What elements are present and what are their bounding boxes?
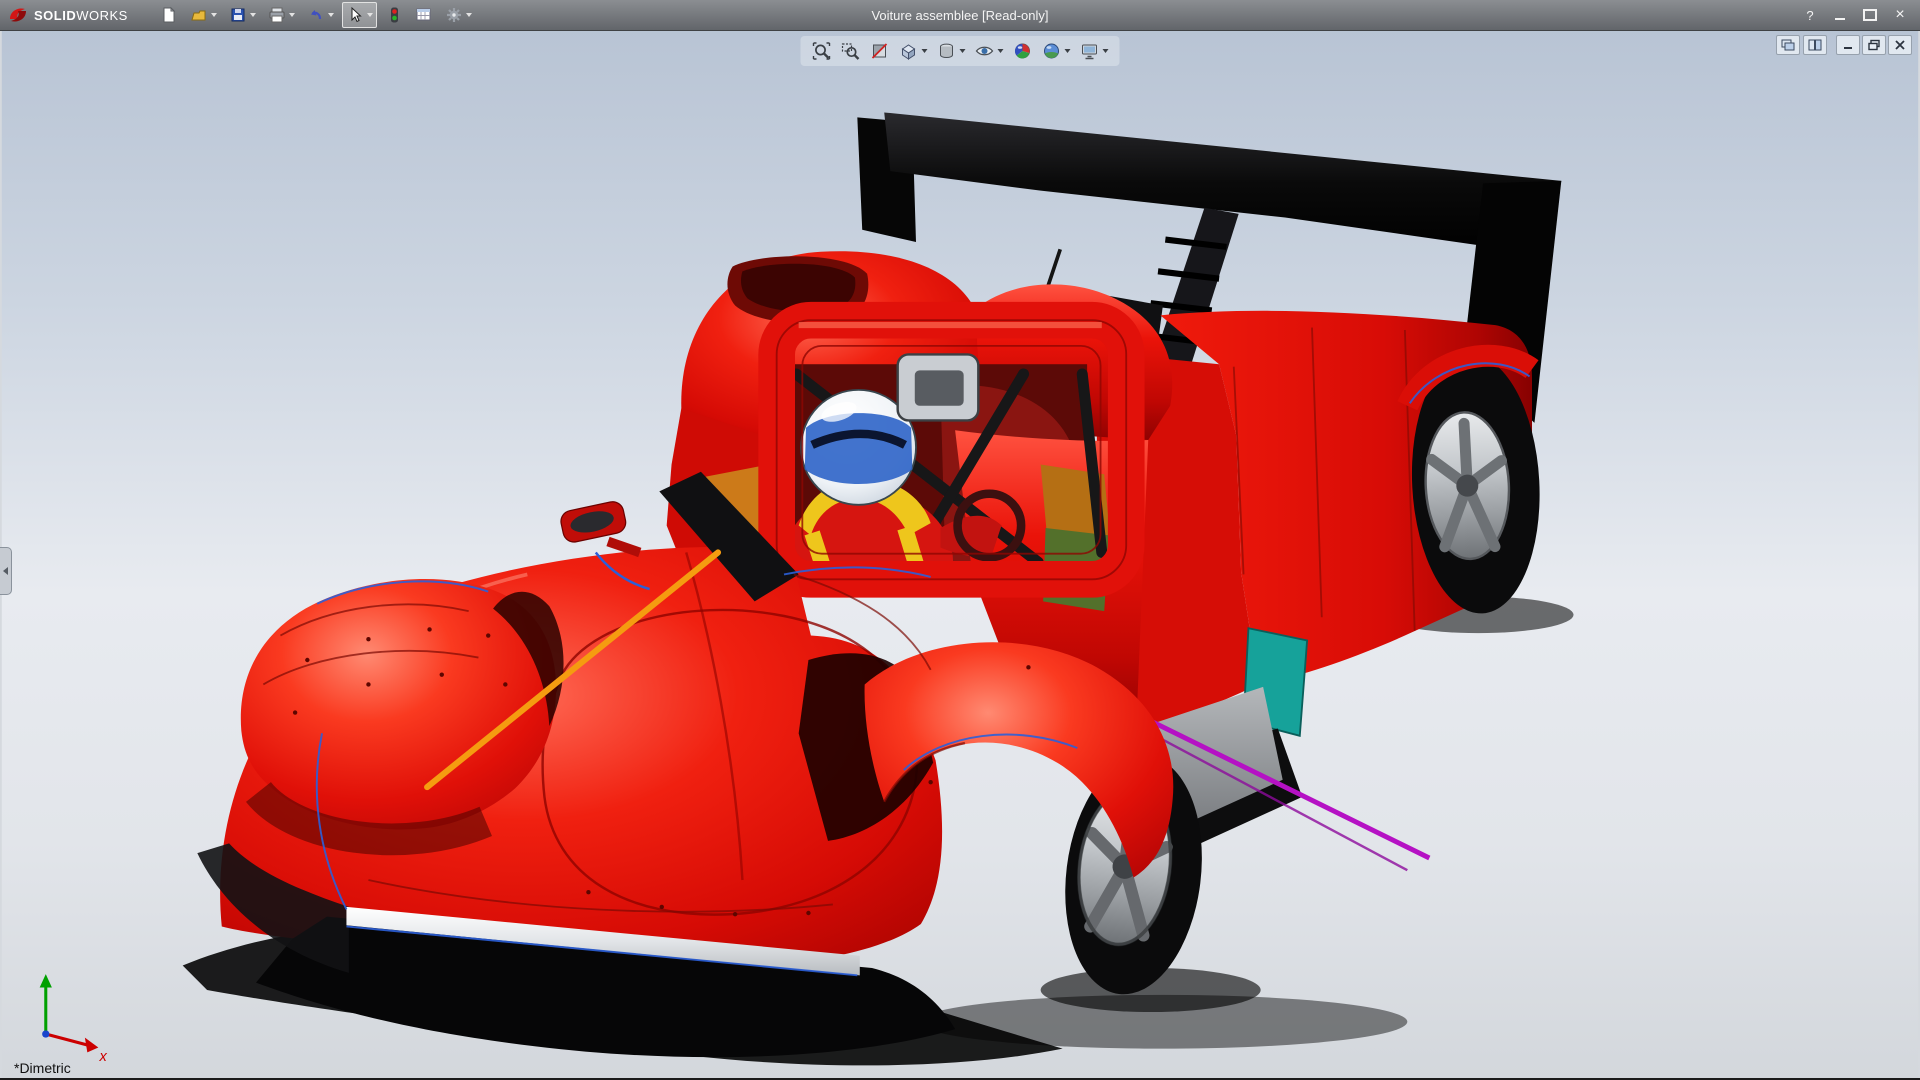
doc-minmax-group [1836, 35, 1912, 55]
doc-minimize-button[interactable] [1836, 35, 1860, 55]
zoom-to-area-button[interactable] [840, 39, 862, 63]
save-button[interactable] [225, 2, 260, 28]
hide-show-items-button[interactable] [974, 39, 1005, 63]
open-dropdown-arrow[interactable] [211, 13, 217, 17]
minimize-icon [1835, 18, 1845, 20]
apply-scene-icon [1042, 41, 1062, 61]
new-document-button[interactable] [156, 2, 182, 28]
logo-area: SOLIDWORKS [0, 5, 128, 25]
close-icon: × [1895, 7, 1904, 23]
tile-windows-button[interactable] [1803, 35, 1827, 55]
display-style-icon [937, 41, 957, 61]
new-window-icon [1781, 39, 1795, 51]
section-view-button[interactable] [869, 39, 891, 63]
brand-text: SOLIDWORKS [34, 8, 128, 23]
edit-appearance-button[interactable] [1012, 39, 1034, 63]
window-controls: ? × [1796, 4, 1920, 26]
apply-scene-dropdown-arrow[interactable] [1065, 49, 1071, 53]
main-toolbar [156, 2, 476, 28]
doc-close-button[interactable] [1888, 35, 1912, 55]
view-settings-button[interactable] [1079, 39, 1110, 63]
select-button[interactable] [342, 2, 377, 28]
help-button[interactable]: ? [1796, 4, 1824, 26]
heads-up-view-toolbar [801, 36, 1120, 66]
view-orientation-dropdown-arrow[interactable] [922, 49, 928, 53]
rebuild-button[interactable] [381, 2, 407, 28]
viewport[interactable]: x [0, 0, 1920, 1078]
display-style-dropdown-arrow[interactable] [960, 49, 966, 53]
print-button[interactable] [264, 2, 299, 28]
select-dropdown-arrow[interactable] [367, 13, 373, 17]
solidworks-window: x SOLIDWORKS [0, 0, 1920, 1080]
view-orientation-icon [899, 41, 919, 61]
document-window-controls [1776, 35, 1912, 55]
doc-restore-icon [1867, 39, 1881, 51]
intake-snorkel[interactable] [898, 354, 979, 420]
minimize-button[interactable] [1826, 4, 1854, 26]
open-folder-icon [190, 6, 208, 24]
hide-show-dropdown-arrow[interactable] [998, 49, 1004, 53]
undo-dropdown-arrow[interactable] [328, 13, 334, 17]
print-icon [268, 6, 286, 24]
design-table-button[interactable] [411, 2, 437, 28]
apply-scene-button[interactable] [1041, 39, 1072, 63]
close-button[interactable]: × [1886, 4, 1914, 26]
undo-button[interactable] [303, 2, 338, 28]
select-cursor-icon [346, 6, 364, 24]
open-button[interactable] [186, 2, 221, 28]
collapse-arrow-icon [3, 567, 8, 575]
viewport-canvas[interactable]: x [0, 0, 1920, 1078]
doc-restore-button[interactable] [1862, 35, 1886, 55]
save-icon [229, 6, 247, 24]
new-document-icon [160, 6, 178, 24]
zoom-to-fit-icon [812, 41, 832, 61]
window-title: Voiture assemblee [Read-only] [871, 0, 1048, 30]
view-orientation-button[interactable] [898, 39, 929, 63]
zoom-to-area-icon [841, 41, 861, 61]
helmet-visor [805, 413, 913, 484]
doc-minimize-icon [1841, 39, 1855, 51]
undo-icon [307, 6, 325, 24]
maximize-icon [1863, 9, 1877, 21]
new-window-button[interactable] [1776, 35, 1800, 55]
doc-close-icon [1893, 39, 1907, 51]
solidworks-logo-icon [8, 5, 28, 25]
section-view-icon [870, 41, 890, 61]
tile-windows-icon [1808, 39, 1822, 51]
hide-show-items-icon [975, 41, 995, 61]
titlebar: SOLIDWORKS [0, 0, 1920, 31]
print-dropdown-arrow[interactable] [289, 13, 295, 17]
save-dropdown-arrow[interactable] [250, 13, 256, 17]
feature-panel-handle[interactable] [0, 547, 12, 595]
triad-x-label: x [99, 1049, 108, 1065]
view-settings-icon [1080, 41, 1100, 61]
rebuild-icon [385, 6, 403, 24]
maximize-button[interactable] [1856, 4, 1884, 26]
display-style-button[interactable] [936, 39, 967, 63]
options-button[interactable] [441, 2, 476, 28]
view-settings-dropdown-arrow[interactable] [1103, 49, 1109, 53]
design-table-icon [415, 6, 433, 24]
edit-appearance-icon [1013, 41, 1033, 61]
zoom-to-fit-button[interactable] [811, 39, 833, 63]
options-gear-icon [445, 6, 463, 24]
orientation-label: *Dimetric [14, 1060, 71, 1076]
options-dropdown-arrow[interactable] [466, 13, 472, 17]
